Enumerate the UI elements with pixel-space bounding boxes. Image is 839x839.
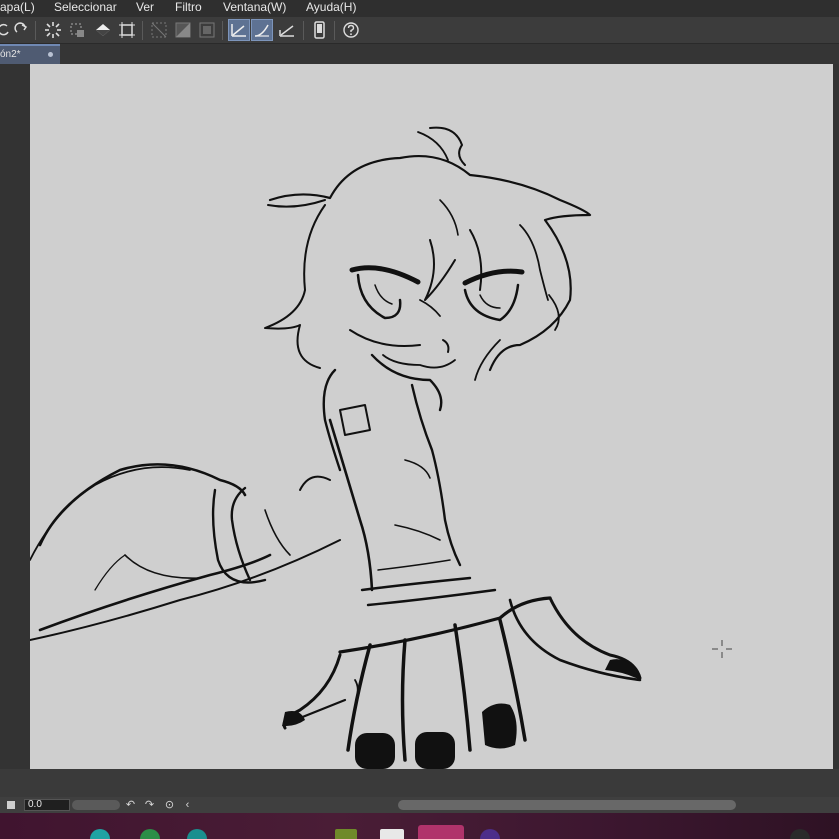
- rotate-left-icon[interactable]: ↶: [124, 798, 137, 812]
- redo-icon[interactable]: [10, 19, 32, 41]
- right-panel-edge: [833, 64, 839, 769]
- app-icon-olive[interactable]: [335, 829, 357, 839]
- clear-outside-icon[interactable]: [172, 19, 194, 41]
- os-taskbar: [0, 813, 839, 839]
- menu-bar: apa(L) Seleccionar Ver Filtro Ventana(W)…: [0, 0, 839, 17]
- app-icon-white[interactable]: [380, 829, 404, 839]
- crop-icon[interactable]: [116, 19, 138, 41]
- app-icon-teal-2[interactable]: [187, 829, 207, 839]
- document-tab-bar: ón2*: [0, 44, 839, 64]
- sketch-drawing: [30, 126, 732, 769]
- menu-capa[interactable]: apa(L): [0, 0, 35, 14]
- menu-filtro[interactable]: Filtro: [175, 0, 202, 14]
- drawing-canvas[interactable]: [30, 64, 833, 769]
- app-icon-teal[interactable]: [90, 829, 110, 839]
- stop-icon[interactable]: [7, 801, 15, 809]
- menu-ver[interactable]: Ver: [136, 0, 154, 14]
- command-bar: [0, 17, 839, 44]
- menu-ayuda[interactable]: Ayuda(H): [306, 0, 356, 14]
- app-icon-dark[interactable]: [790, 829, 810, 839]
- menu-seleccionar[interactable]: Seleccionar: [54, 0, 117, 14]
- menu-ventana[interactable]: Ventana(W): [223, 0, 286, 14]
- app-icon-pink[interactable]: [418, 825, 464, 839]
- help-icon[interactable]: [340, 19, 362, 41]
- device-icon[interactable]: [308, 19, 330, 41]
- rotate-right-icon[interactable]: ↷: [143, 798, 156, 812]
- chevron-left-icon[interactable]: ‹: [181, 798, 194, 812]
- tab-close-icon[interactable]: [48, 52, 53, 57]
- app-icon-green[interactable]: [140, 829, 160, 839]
- horizontal-scrollbar[interactable]: [398, 800, 736, 810]
- app-icon-purple[interactable]: [480, 829, 500, 839]
- loading-icon[interactable]: [42, 19, 64, 41]
- canvas-bottom-area: [0, 769, 839, 797]
- navigator-status-bar: 0.0 ↶ ↷ ⊙ ‹: [0, 797, 839, 813]
- stabilizer-icon[interactable]: [228, 19, 250, 41]
- left-panel-edge: [0, 64, 30, 769]
- invert-selection-icon[interactable]: [148, 19, 170, 41]
- zoom-input[interactable]: 0.0: [24, 799, 70, 811]
- selection-icon[interactable]: [66, 19, 88, 41]
- document-tab[interactable]: ón2*: [0, 44, 60, 64]
- zoom-slider[interactable]: [72, 800, 120, 810]
- fill-icon[interactable]: [92, 19, 114, 41]
- smoothing-brush-icon[interactable]: [251, 19, 273, 41]
- clear-inside-icon[interactable]: [196, 19, 218, 41]
- reset-rotation-icon[interactable]: ⊙: [163, 798, 176, 812]
- document-tab-title: ón2*: [0, 49, 21, 60]
- ruler-snap-icon[interactable]: [276, 19, 298, 41]
